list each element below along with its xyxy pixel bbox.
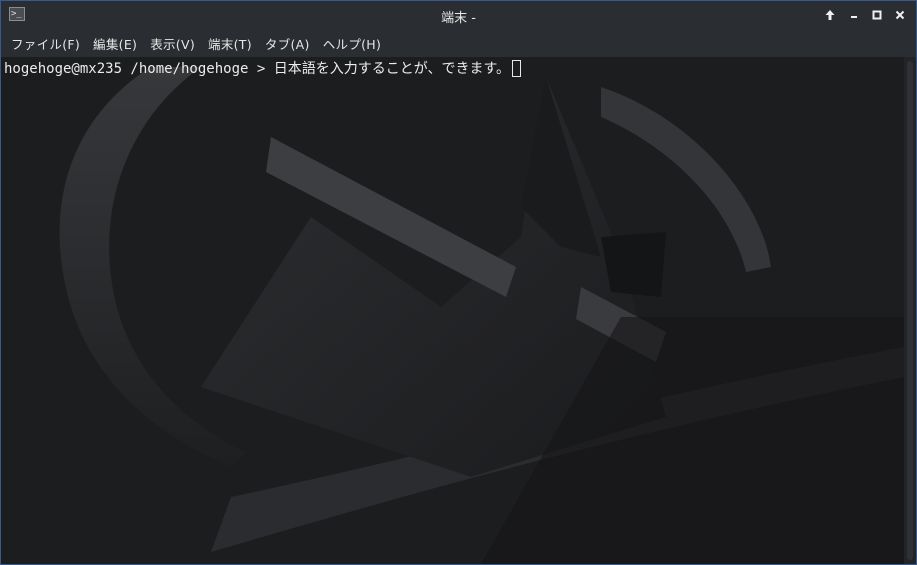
minimize-button[interactable] — [844, 5, 864, 25]
minimize-icon — [851, 16, 857, 18]
shell-prompt: hogehoge@mx235 /home/hogehoge > — [4, 61, 274, 77]
mx-logo-background — [1, 57, 904, 564]
title-bar[interactable]: >_ 端末 - — [1, 1, 916, 29]
close-button[interactable] — [890, 5, 910, 25]
maximize-button[interactable] — [867, 5, 887, 25]
scrollbar-thumb[interactable] — [907, 61, 913, 560]
menu-file[interactable]: ファイル(F) — [5, 30, 86, 57]
menu-help[interactable]: ヘルプ(H) — [317, 30, 387, 57]
vertical-scrollbar[interactable] — [904, 57, 916, 564]
maximize-icon — [872, 10, 882, 20]
arrow-up-icon — [825, 10, 835, 20]
menu-terminal[interactable]: 端末(T) — [202, 30, 258, 57]
menu-view[interactable]: 表示(V) — [144, 30, 201, 57]
keep-above-button[interactable] — [820, 5, 840, 25]
terminal-area[interactable]: hogehoge@mx235 /home/hogehoge > 日本語を入力する… — [1, 57, 904, 564]
close-icon — [895, 10, 905, 20]
menu-tabs[interactable]: タブ(A) — [259, 30, 316, 57]
terminal-window: >_ 端末 - ファイル(F) 編集(E) 表示(V) 端末(T) タブ(A) … — [0, 0, 917, 565]
text-cursor — [512, 60, 522, 77]
menu-edit[interactable]: 編集(E) — [87, 30, 143, 57]
terminal-prompt-line: hogehoge@mx235 /home/hogehoge > 日本語を入力する… — [4, 60, 522, 78]
window-title: 端末 - — [441, 11, 476, 26]
command-input[interactable]: 日本語を入力することが、できます。 — [274, 61, 510, 77]
menu-bar: ファイル(F) 編集(E) 表示(V) 端末(T) タブ(A) ヘルプ(H) — [1, 29, 916, 57]
